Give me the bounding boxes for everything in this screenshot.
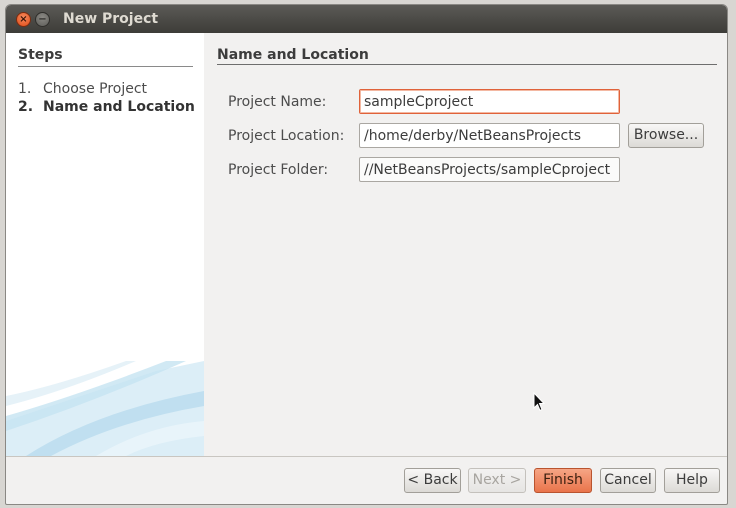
window-title: New Project <box>63 11 159 27</box>
title-bar[interactable]: × − New Project <box>6 5 727 33</box>
mouse-pointer-icon <box>533 392 545 412</box>
step-name-and-location: 2. Name and Location <box>18 99 195 115</box>
minimize-window-button[interactable]: − <box>35 12 50 27</box>
decorative-swoosh-graphic <box>6 361 204 456</box>
step-number: 1. <box>18 81 32 97</box>
cancel-button[interactable]: Cancel <box>600 468 656 493</box>
close-icon: × <box>19 14 28 25</box>
steps-panel: Steps 1. Choose Project 2. Name and Locati… <box>6 33 204 456</box>
content-divider <box>217 64 717 65</box>
finish-button[interactable]: Finish <box>534 468 592 493</box>
project-name-label: Project Name: <box>228 94 327 110</box>
close-window-button[interactable]: × <box>16 12 31 27</box>
minimize-icon: − <box>38 14 47 25</box>
project-folder-input[interactable] <box>359 157 620 182</box>
browse-button[interactable]: Browse... <box>628 123 704 148</box>
project-location-label: Project Location: <box>228 128 345 144</box>
project-location-input[interactable] <box>359 123 620 148</box>
step-choose-project: 1. Choose Project <box>18 81 147 97</box>
steps-divider <box>18 66 193 67</box>
project-name-input[interactable] <box>359 89 620 114</box>
step-label: Name and Location <box>43 99 195 115</box>
step-number: 2. <box>18 99 34 115</box>
content-heading: Name and Location <box>217 47 369 63</box>
steps-heading: Steps <box>18 47 63 63</box>
step-label: Choose Project <box>43 81 148 97</box>
help-button[interactable]: Help <box>664 468 720 493</box>
back-button[interactable]: < Back <box>404 468 461 493</box>
button-bar-divider <box>6 456 727 457</box>
next-button[interactable]: Next > <box>468 468 526 493</box>
project-folder-label: Project Folder: <box>228 162 329 178</box>
new-project-dialog: × − New Project Steps 1. Choose Project 2… <box>5 4 728 505</box>
